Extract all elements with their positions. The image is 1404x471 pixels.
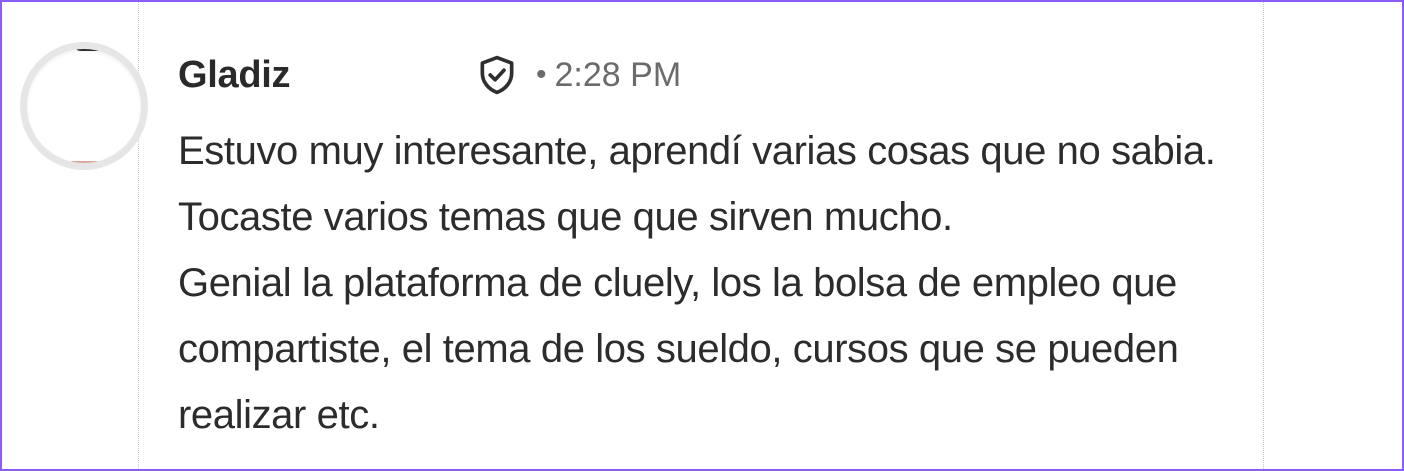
comment-line: Estuvo muy interesante, aprendí varias c… bbox=[178, 129, 1216, 173]
comment-line: Tocaste varios temas que que sirven much… bbox=[178, 195, 953, 239]
shield-check-icon bbox=[472, 50, 522, 100]
comment-header: Gladiz • 2:28 PM bbox=[178, 46, 1378, 104]
comment-timestamp[interactable]: 2:28 PM bbox=[555, 56, 682, 95]
comment-content: Gladiz • 2:28 PM Estuvo muy interesante,… bbox=[178, 46, 1378, 448]
comment-body: Estuvo muy interesante, aprendí varias c… bbox=[178, 118, 1378, 448]
avatar[interactable] bbox=[20, 42, 148, 170]
comment-line: Genial la plataforma de cluely, los la b… bbox=[178, 261, 1177, 305]
comment-line: compartiste, el tema de los sueldo, curs… bbox=[178, 327, 1179, 371]
comment-line: realizar etc. bbox=[178, 393, 380, 437]
author-name[interactable]: Gladiz bbox=[178, 54, 472, 97]
meta-separator: • bbox=[536, 58, 547, 91]
comment-card: Gladiz • 2:28 PM Estuvo muy interesante,… bbox=[0, 0, 1404, 471]
